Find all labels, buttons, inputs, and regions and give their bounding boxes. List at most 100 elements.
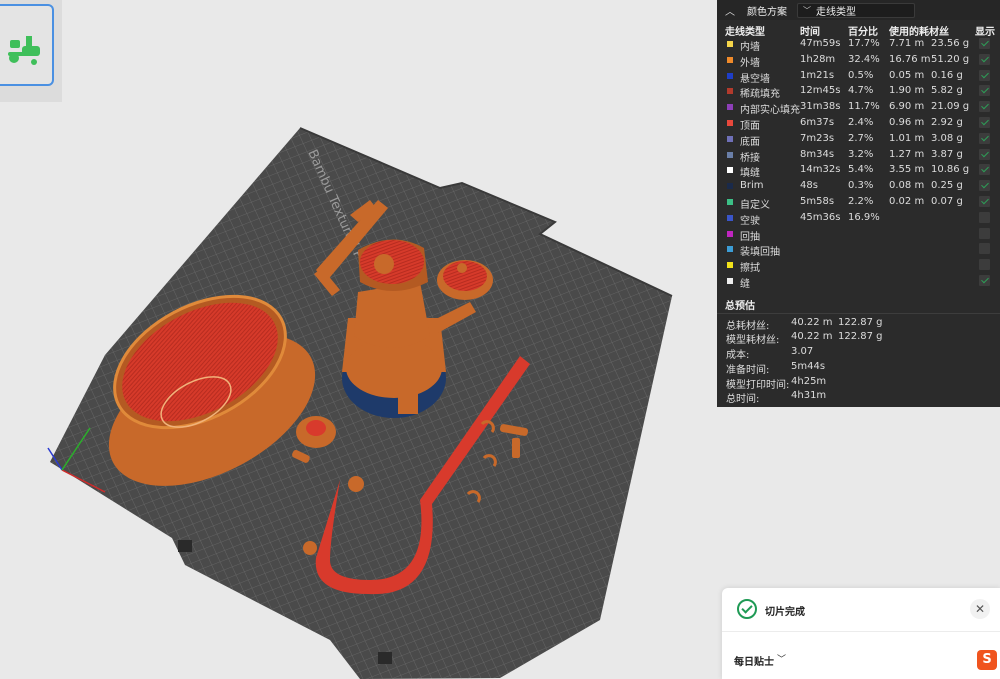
legend-weight: 21.09 g: [931, 101, 970, 113]
legend-rows: 内墙 47m59s 17.7% 7.71 m 23.56 g 外墙 1h28m 32.4% 16…: [717, 36, 1000, 290]
legend-column-headers: 走线类型 时间 百分比 使用的耗材丝 显示: [717, 20, 1000, 38]
legend-time: 47m59s: [800, 38, 841, 49]
legend-row: 擦拭: [717, 257, 1000, 274]
legend-label: 内部实心填充: [740, 105, 800, 117]
toast-divider: [722, 631, 1000, 632]
check-circle-icon: [737, 599, 757, 619]
legend-row: 外墙 1h28m 32.4% 16.76 m 51.20 g: [717, 52, 1000, 69]
show-checkbox[interactable]: [979, 53, 990, 65]
legend-weight: 23.56 g: [931, 38, 970, 49]
legend-row: 内墙 47m59s 17.7% 7.71 m 23.56 g: [717, 36, 1000, 53]
legend-percent: 32.4%: [848, 53, 880, 65]
show-checkbox[interactable]: [979, 211, 990, 223]
estimate-row: 总时间: 4h31m: [717, 389, 1000, 405]
show-checkbox[interactable]: [979, 274, 990, 286]
legend-length: 3.55 m: [889, 164, 925, 176]
close-icon[interactable]: ✕: [970, 599, 990, 619]
estimate-value: 40.22 m: [791, 316, 833, 328]
legend-percent: 2.4%: [848, 116, 874, 128]
legend-swatch: [727, 151, 733, 158]
legend-row: 桥接 8m34s 3.2% 1.27 m 3.87 g: [717, 147, 1000, 164]
show-checkbox[interactable]: [979, 164, 990, 176]
estimate-row: 模型打印时间: 4h25m: [717, 375, 1000, 391]
legend-weight: 3.08 g: [931, 132, 963, 144]
legend-label: 内墙: [740, 42, 760, 53]
legend-time: 5m58s: [800, 195, 835, 207]
legend-length: 16.76 m: [889, 53, 931, 65]
chevron-down-icon[interactable]: ﹀: [777, 652, 786, 665]
legend-label: Brim: [740, 180, 764, 192]
legend-label: 回抽: [740, 231, 760, 243]
legend-label: 装填回抽: [740, 247, 780, 259]
legend-time: 7m23s: [800, 132, 835, 144]
legend-weight: 51.20 g: [931, 53, 970, 65]
show-checkbox[interactable]: [979, 101, 990, 113]
legend-label: 填缝: [740, 168, 760, 180]
legend-percent: 2.7%: [848, 132, 874, 144]
legend-time: 48s: [800, 180, 818, 192]
show-checkbox[interactable]: [979, 259, 990, 271]
legend-swatch: [727, 277, 733, 284]
legend-row: 装填回抽: [717, 241, 1000, 259]
slice-complete-toast: 切片完成 ✕ 每日贴士 ﹀ S: [722, 588, 1000, 679]
show-checkbox[interactable]: [979, 85, 990, 97]
legend-row: 内部实心填充 31m38s 11.7% 6.90 m 21.09 g: [717, 99, 1000, 117]
legend-percent: 4.7%: [848, 85, 874, 97]
show-checkbox[interactable]: [979, 116, 990, 128]
legend-swatch: [727, 167, 733, 174]
legend-length: 6.90 m: [889, 101, 925, 113]
estimate-title: 总预估: [725, 300, 755, 312]
chevron-down-icon: ﹀: [803, 5, 811, 15]
legend-percent: 0.3%: [848, 180, 874, 192]
legend-percent: 16.9%: [848, 211, 880, 223]
show-checkbox[interactable]: [979, 180, 990, 192]
collapse-chevron-icon[interactable]: ︿: [725, 3, 737, 18]
estimate-value: 40.22 m: [791, 331, 833, 343]
view-mode-value: 走线类型: [816, 6, 856, 18]
legend-label: 缝: [740, 278, 750, 290]
legend-swatch: [727, 198, 733, 205]
legend-time: 1h28m: [800, 53, 836, 65]
legend-swatch: [727, 72, 733, 79]
legend-row: 顶面 6m37s 2.4% 0.96 m 2.92 g: [717, 115, 1000, 132]
show-checkbox[interactable]: [979, 132, 990, 144]
legend-weight: 2.92 g: [931, 116, 963, 128]
estimate-divider: [717, 312, 1000, 314]
legend-label: 悬空墙: [740, 73, 770, 85]
legend-row: 回抽: [717, 226, 1000, 243]
model-round-cap[interactable]: [437, 260, 493, 300]
legend-swatch: [727, 119, 733, 126]
daily-tip-toggle[interactable]: 每日贴士: [734, 653, 774, 668]
estimate-value-secondary: 122.87 g: [838, 316, 883, 328]
show-checkbox[interactable]: [979, 195, 990, 207]
legend-label: 稀疏填充: [740, 89, 780, 101]
show-checkbox[interactable]: [979, 69, 990, 81]
legend-swatch: [727, 214, 733, 221]
legend-title: 颜色方案: [747, 6, 787, 18]
toast-message: 切片完成: [765, 607, 805, 618]
estimate-row: 成本: 3.07: [717, 345, 1000, 361]
legend-percent: 2.2%: [848, 195, 874, 207]
legend-length: 0.02 m: [889, 195, 925, 207]
estimate-row: 准备时间: 5m44s: [717, 360, 1000, 376]
show-checkbox[interactable]: [979, 227, 990, 239]
legend-label: 底面: [740, 136, 760, 148]
legend-length: 0.05 m: [889, 69, 925, 81]
show-checkbox[interactable]: [979, 243, 990, 255]
estimate-header: 总预估: [717, 293, 1000, 313]
show-checkbox[interactable]: [979, 148, 990, 160]
show-checkbox[interactable]: [979, 38, 990, 49]
legend-label: 顶面: [740, 120, 760, 132]
legend-row: 稀疏填充 12m45s 4.7% 1.90 m 5.82 g: [717, 83, 1000, 101]
legend-percent: 5.4%: [848, 164, 874, 176]
estimate-value: 4h25m: [791, 375, 827, 387]
legend-row: Brim 48s 0.3% 0.08 m 0.25 g: [717, 178, 1000, 194]
legend-time: 1m21s: [800, 69, 835, 81]
legend-swatch: [727, 183, 733, 190]
sogou-ime-icon[interactable]: S: [977, 650, 997, 670]
legend-swatch: [727, 104, 733, 111]
legend-percent: 0.5%: [848, 69, 874, 81]
view-mode-select[interactable]: ﹀ 走线类型: [797, 2, 915, 18]
estimate-row: 模型耗材丝: 40.22 m 122.87 g: [717, 330, 1000, 346]
legend-label: 外墙: [740, 57, 760, 69]
